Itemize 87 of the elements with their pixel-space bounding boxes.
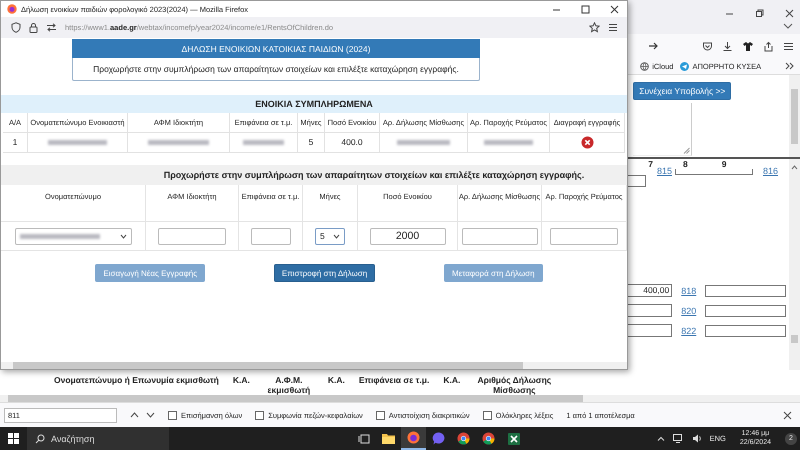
- column-number: 8: [682, 159, 688, 169]
- maximize-icon[interactable]: [581, 4, 590, 14]
- column-header: Αριθμός Δήλωσης Μίσθωσης: [476, 376, 552, 396]
- paper-plane-icon: [680, 62, 690, 70]
- excel-icon: [508, 432, 520, 444]
- input-field[interactable]: [158, 228, 226, 244]
- column-number: 9: [722, 159, 726, 169]
- table-cell: 400.0: [341, 138, 363, 147]
- code-link[interactable]: 818: [681, 286, 696, 296]
- close-icon[interactable]: [785, 9, 794, 18]
- section-title: ΕΝΟΙΚΙΑ ΣΥΜΠΛΗΡΩΜΕΝΑ: [1, 95, 627, 113]
- close-icon[interactable]: [783, 410, 792, 420]
- input-field[interactable]: 2000: [370, 228, 446, 244]
- checkbox[interactable]: [168, 410, 177, 420]
- firefox-icon: [407, 431, 420, 444]
- search-icon: [35, 434, 45, 444]
- checkbox[interactable]: [255, 410, 264, 420]
- input-field[interactable]: [250, 228, 290, 244]
- checkbox[interactable]: [376, 410, 385, 420]
- chevron-up-icon[interactable]: [130, 412, 139, 418]
- input-field[interactable]: [462, 228, 538, 244]
- firefox-icon: [7, 4, 17, 14]
- share-icon[interactable]: [763, 40, 774, 52]
- task-view-icon: [358, 432, 370, 444]
- permissions-icon[interactable]: [46, 23, 57, 32]
- chevron-double-right-icon[interactable]: [785, 62, 794, 70]
- redacted-mark: [48, 140, 108, 145]
- arrow-right-icon[interactable]: [648, 41, 660, 51]
- input-field[interactable]: [550, 228, 618, 244]
- chrome-icon: [457, 432, 470, 445]
- chrome-icon: [482, 432, 495, 445]
- redacted-mark: [243, 140, 284, 145]
- chevron-down-icon[interactable]: [146, 412, 155, 418]
- scrollbar[interactable]: [1, 362, 627, 369]
- dropdown[interactable]: 5: [315, 228, 345, 244]
- star-icon[interactable]: [589, 22, 600, 33]
- column-number: 7: [648, 159, 653, 169]
- scroll-thumb[interactable]: [791, 335, 798, 343]
- redacted-mark: [148, 140, 209, 145]
- scroll-up-icon[interactable]: [791, 165, 798, 170]
- windows-logo-icon[interactable]: [8, 433, 19, 444]
- column-header: Κ.Α.: [328, 376, 345, 386]
- caret-icon: [333, 234, 340, 238]
- form-button[interactable]: Επιστροφή στη Δήλωση: [274, 264, 376, 282]
- checkbox[interactable]: [482, 410, 492, 420]
- redacted-mark: [397, 140, 450, 145]
- shield-icon[interactable]: [11, 22, 21, 33]
- panel-heading: ΔΗΛΩΣΗ ΕΝΟΙΚΙΩΝ ΚΑΤΟΙΚΙΑΣ ΠΑΙΔΙΩΝ (2024): [72, 39, 480, 58]
- network-icon[interactable]: [672, 434, 684, 443]
- close-icon[interactable]: [610, 4, 619, 14]
- globe-icon: [640, 62, 650, 70]
- column-header: Κ.Α.: [232, 376, 250, 386]
- scrollbar[interactable]: [789, 75, 800, 157]
- menu-icon[interactable]: [783, 42, 794, 50]
- table-cell: 1: [12, 138, 18, 147]
- search-field[interactable]: Αναζήτηση: [27, 427, 169, 450]
- chevron-down-icon[interactable]: [783, 23, 793, 29]
- table-cell: 5: [308, 138, 314, 147]
- scrollbar[interactable]: [0, 395, 800, 402]
- code-link[interactable]: 815: [656, 166, 672, 176]
- code-link[interactable]: 816: [762, 166, 778, 176]
- speaker-icon[interactable]: [692, 434, 702, 443]
- lock-icon[interactable]: [29, 22, 38, 33]
- resize-grip-icon[interactable]: [683, 147, 690, 154]
- column-header: Ονοματεπώνυμο ή Επωνυμία εκμισθωτή: [54, 376, 219, 386]
- code-link[interactable]: 820: [681, 306, 696, 316]
- column-header: Κ.Α.: [443, 376, 460, 386]
- caret-icon: [120, 234, 126, 238]
- shirt-icon[interactable]: [742, 40, 754, 52]
- redacted-mark: [484, 140, 533, 145]
- instruction-text: Προχωρήστε στην συμπλήρωση των απαραίτητων στοιχείων και επιλέξτε καταχώρηση εγγραφής.: [93, 64, 459, 74]
- delete-icon[interactable]: [580, 136, 594, 149]
- chat-bubble-icon: [432, 432, 445, 445]
- column-header: Α.Φ.Μ. εκμισθωτή: [266, 376, 312, 396]
- instruction-text: Προχωρήστε στην συμπλήρωση των απαραίτητων στοιχείων και επιλέξτε καταχώρηση εγγραφής.: [164, 170, 584, 180]
- scrollbar[interactable]: [789, 159, 800, 370]
- code-link[interactable]: 822: [681, 326, 696, 336]
- pocket-icon[interactable]: [702, 40, 713, 52]
- folder-icon: [382, 433, 395, 444]
- input-field[interactable]: [705, 284, 786, 296]
- input-field[interactable]: [705, 304, 786, 316]
- continue-button[interactable]: Συνέχεια Υποβολής >>: [633, 82, 732, 100]
- input-field[interactable]: [705, 324, 786, 336]
- menu-icon[interactable]: [608, 23, 618, 32]
- restore-icon[interactable]: [755, 9, 764, 18]
- download-icon[interactable]: [722, 40, 733, 52]
- column-header: Επιφάνεια σε τ.μ.: [358, 376, 430, 386]
